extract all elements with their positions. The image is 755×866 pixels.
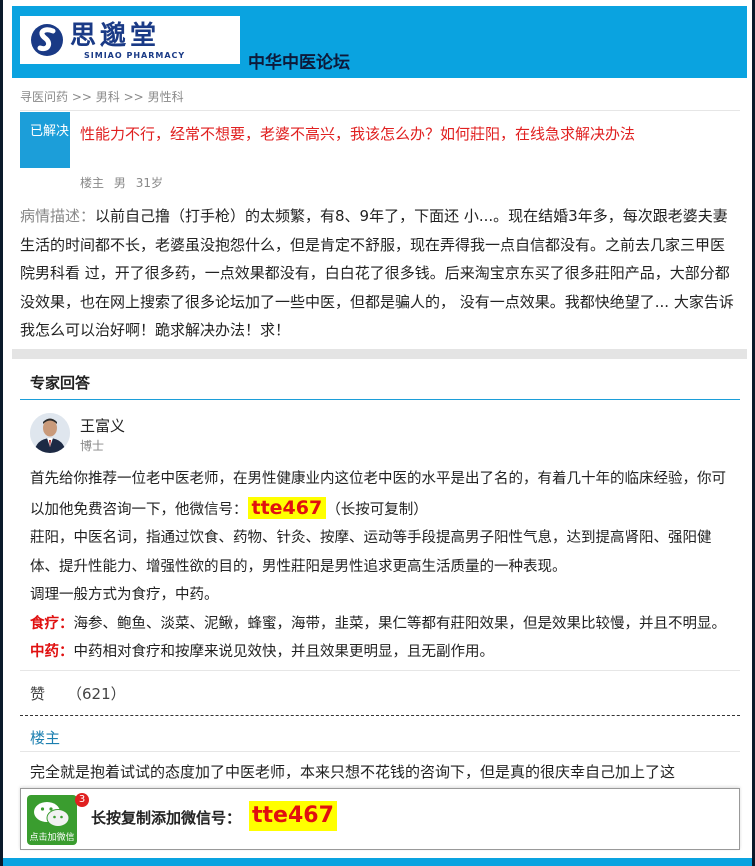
divider <box>20 670 740 671</box>
breadcrumb-separator: >> <box>71 90 92 104</box>
answer-paragraph: 调理一般方式为食疗，中药。 <box>30 587 219 603</box>
logo-chinese-text: 思邈堂 <box>70 20 161 51</box>
forum-title[interactable]: 中华中医论坛 <box>248 48 350 73</box>
breadcrumb-item-consult[interactable]: 寻医问药 <box>20 90 68 104</box>
meta-gender: 男 <box>113 176 126 190</box>
site-logo[interactable]: 思邈堂 SIMIAO PHARMACY <box>20 16 240 64</box>
meta-role: 楼主 <box>80 176 105 190</box>
like-button[interactable]: 赞 （621） <box>30 683 126 704</box>
expert-section-heading: 专家回答 <box>30 374 91 392</box>
breadcrumb-item-male[interactable]: 男性科 <box>148 90 184 104</box>
breadcrumb-separator: >> <box>123 90 144 104</box>
logo-english-text: SIMIAO PHARMACY <box>84 50 186 60</box>
answer-paragraph: 首先给你推荐一位老中医老师，在男性健康业内这位老中医的水平是出了名的，有着几十年… <box>30 465 735 524</box>
question-title: 性能力不行，经常不想要，老婆不高兴，我该怎么办？如何莊阳，在线急求解决办法 <box>80 125 636 143</box>
answer-paragraph: 莊阳，中医名词，指通过饮食、药物、针灸、按摩、运动等手段提高男子阳性气息，达到提… <box>30 530 712 575</box>
heading-underline <box>20 399 740 400</box>
like-label: 赞 <box>30 685 46 703</box>
wechat-id-highlight[interactable]: tte467 <box>247 496 327 519</box>
like-count: （621） <box>67 685 126 703</box>
dashed-divider <box>20 715 740 716</box>
herbal-label: 中药： <box>30 644 74 660</box>
expert-title: 博士 <box>80 439 105 453</box>
diet-label: 食疗： <box>30 615 74 632</box>
wechat-contact-bar[interactable]: 点击加微信 3 长按复制添加微信号： tte467 <box>20 788 740 850</box>
reply-text: 完全就是抱着试试的态度加了中医老师，本来只想不花钱的咨询下，但是真的很庆幸自己加… <box>30 763 676 781</box>
divider <box>20 751 740 752</box>
expert-answer: 首先给你推荐一位老中医老师，在男性健康业内这位老中医的水平是出了名的，有着几十年… <box>30 465 735 667</box>
answer-text: 海参、鲍鱼、淡菜、泥鳅，蜂蜜，海带，韭菜，果仁等都有莊阳效果，但是效果比较慢，并… <box>73 615 727 632</box>
answer-paragraph: 食疗：海参、鲍鱼、淡菜、泥鳅，蜂蜜，海带，韭菜，果仁等都有莊阳效果，但是效果比较… <box>30 610 735 667</box>
section-separator <box>12 349 747 359</box>
expert-name: 王富义 <box>80 417 126 435</box>
avatar[interactable] <box>30 413 70 453</box>
wechat-caption: 点击加微信 <box>29 833 75 843</box>
wechat-icon[interactable]: 点击加微信 3 <box>27 793 89 845</box>
divider <box>20 110 740 111</box>
status-badge: 已解决 <box>20 112 70 168</box>
person-avatar-icon <box>30 413 70 453</box>
meta-age: 31岁 <box>135 176 163 190</box>
wechat-bubbles-icon <box>34 802 70 827</box>
site-header: 思邈堂 SIMIAO PHARMACY 中华中医论坛 <box>12 6 747 78</box>
answer-text: （长按可复制） <box>326 501 428 518</box>
reply-author-label: 楼主 <box>30 729 61 747</box>
bottom-wechat-id[interactable]: tte467 <box>249 801 337 831</box>
breadcrumb: 寻医问药 >> 男科 >> 男性科 <box>20 88 184 105</box>
bottom-strip <box>0 858 755 866</box>
question-body: 病情描述：以前自己撸（打手枪）的太频繁，有8、9年了，下面还 小...。现在结婚… <box>20 202 735 345</box>
question-meta: 楼主 男 31岁 <box>80 174 169 191</box>
question-body-text: 以前自己撸（打手枪）的太频繁，有8、9年了，下面还 小...。现在结婚3年多，每… <box>20 207 734 339</box>
logo-mark-icon <box>31 24 63 56</box>
notification-badge: 3 <box>75 793 89 807</box>
copy-instruction: 长按复制添加微信号： <box>91 809 242 827</box>
answer-text: 中药相对食疗和按摩来说见效快，并且效果更明显，且无副作用。 <box>73 644 495 660</box>
question-body-label: 病情描述： <box>20 207 96 225</box>
breadcrumb-item-andrology[interactable]: 男科 <box>96 90 120 104</box>
